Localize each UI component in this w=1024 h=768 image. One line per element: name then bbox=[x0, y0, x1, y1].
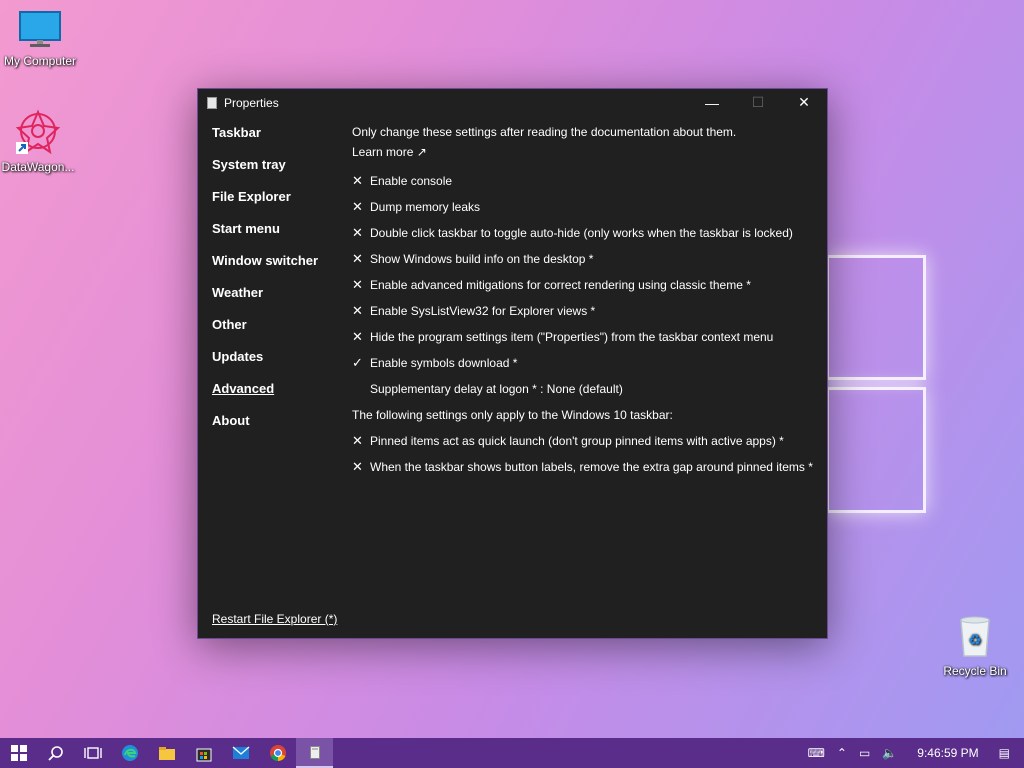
window-title: Properties bbox=[224, 95, 279, 110]
setting-hide-properties-item[interactable]: ✕ Hide the program settings item ("Prope… bbox=[352, 324, 819, 350]
sidebar-item-advanced[interactable]: Advanced bbox=[212, 379, 342, 411]
setting-logon-delay[interactable]: Supplementary delay at logon * : None (d… bbox=[352, 376, 819, 402]
sidebar-item-other[interactable]: Other bbox=[212, 315, 342, 347]
setting-label: Double click taskbar to toggle auto-hide… bbox=[370, 226, 793, 240]
sidebar-item-updates[interactable]: Updates bbox=[212, 347, 342, 379]
setting-enable-console[interactable]: ✕ Enable console bbox=[352, 168, 819, 194]
section-label: The following settings only apply to the… bbox=[352, 408, 673, 422]
settings-panel: Only change these settings after reading… bbox=[352, 122, 819, 480]
chevron-up-icon[interactable]: ⌃ bbox=[837, 746, 847, 760]
monitor-icon bbox=[19, 11, 61, 47]
desktop-icon-label: Recycle Bin bbox=[943, 664, 1007, 678]
x-icon: ✕ bbox=[352, 329, 363, 344]
x-icon: ✕ bbox=[352, 459, 363, 474]
x-icon: ✕ bbox=[352, 303, 363, 318]
setting-dump-memory-leaks[interactable]: ✕ Dump memory leaks bbox=[352, 194, 819, 220]
file-explorer-icon[interactable] bbox=[148, 738, 185, 768]
setting-label: Enable advanced mitigations for correct … bbox=[370, 278, 751, 292]
setting-label: Enable symbols download * bbox=[370, 356, 518, 370]
desktop-icon-my-computer[interactable]: My Computer bbox=[0, 10, 80, 68]
setting-double-click-auto-hide[interactable]: ✕ Double click taskbar to toggle auto-hi… bbox=[352, 220, 819, 246]
minimize-button[interactable]: — bbox=[689, 89, 735, 116]
system-tray: ⌨ ⌃ ▭ 🔈 9:46:59 PM ▤ bbox=[802, 738, 1024, 768]
sidebar-item-about[interactable]: About bbox=[212, 411, 342, 443]
x-icon: ✕ bbox=[352, 173, 363, 188]
title-bar[interactable]: Properties — ☐ ✕ bbox=[198, 89, 827, 116]
sidebar: Taskbar System tray File Explorer Start … bbox=[212, 123, 342, 443]
edge-icon[interactable] bbox=[111, 738, 148, 768]
restart-explorer-link[interactable]: Restart File Explorer (*) bbox=[212, 612, 337, 626]
setting-label: Pinned items act as quick launch (don't … bbox=[370, 434, 784, 448]
x-icon: ✕ bbox=[352, 433, 363, 448]
desktop-icon-label: DataWagon... bbox=[1, 160, 75, 174]
wallpaper-logo bbox=[826, 255, 926, 513]
x-icon: ✕ bbox=[352, 277, 363, 292]
section-heading: The following settings only apply to the… bbox=[352, 402, 819, 428]
network-icon[interactable]: ▭ bbox=[859, 746, 870, 760]
app-icon bbox=[207, 96, 217, 109]
setting-label: Enable console bbox=[370, 174, 453, 188]
x-icon: ✕ bbox=[352, 225, 363, 240]
recycle-bin-icon: ♻ bbox=[960, 616, 990, 657]
setting-label: Dump memory leaks bbox=[370, 200, 481, 214]
properties-window: Properties — ☐ ✕ Taskbar System tray Fil… bbox=[197, 88, 828, 639]
sidebar-item-start-menu[interactable]: Start menu bbox=[212, 219, 342, 251]
chrome-icon[interactable] bbox=[259, 738, 296, 768]
sidebar-item-taskbar[interactable]: Taskbar bbox=[212, 123, 342, 155]
x-icon: ✕ bbox=[352, 251, 363, 266]
setting-advanced-mitigations[interactable]: ✕ Enable advanced mitigations for correc… bbox=[352, 272, 819, 298]
checkmark-icon: ✓ bbox=[352, 355, 363, 370]
sidebar-item-file-explorer[interactable]: File Explorer bbox=[212, 187, 342, 219]
properties-app-icon[interactable] bbox=[296, 738, 333, 768]
keyboard-icon[interactable]: ⌨ bbox=[808, 746, 825, 760]
start-icon[interactable] bbox=[0, 738, 37, 768]
intro-text: Only change these settings after reading… bbox=[352, 125, 737, 139]
setting-label: Enable SysListView32 for Explorer views … bbox=[370, 304, 596, 318]
setting-label: Supplementary delay at logon * : None (d… bbox=[370, 382, 623, 396]
setting-label: When the taskbar shows button labels, re… bbox=[370, 460, 813, 474]
search-icon[interactable] bbox=[37, 738, 74, 768]
mail-icon[interactable] bbox=[222, 738, 259, 768]
volume-icon[interactable]: 🔈 bbox=[882, 746, 897, 760]
datawagon-icon bbox=[15, 109, 61, 155]
desktop-icon-recycle-bin[interactable]: ♻ Recycle Bin bbox=[935, 614, 1015, 678]
setting-label: Show Windows build info on the desktop * bbox=[370, 252, 594, 266]
desktop-icon-datawagon[interactable]: DataWagon... bbox=[0, 108, 78, 174]
svg-text:♻: ♻ bbox=[968, 631, 981, 649]
close-button[interactable]: ✕ bbox=[781, 89, 827, 116]
sidebar-item-window-switcher[interactable]: Window switcher bbox=[212, 251, 342, 283]
setting-remove-extra-gap[interactable]: ✕ When the taskbar shows button labels, … bbox=[352, 454, 819, 480]
desktop-icon-label: My Computer bbox=[3, 54, 77, 68]
setting-show-build-info[interactable]: ✕ Show Windows build info on the desktop… bbox=[352, 246, 819, 272]
store-icon[interactable] bbox=[185, 738, 222, 768]
task-view-icon[interactable] bbox=[74, 738, 111, 768]
x-icon: ✕ bbox=[352, 199, 363, 214]
learn-more-link[interactable]: Learn more ↗ bbox=[352, 142, 819, 162]
sidebar-item-weather[interactable]: Weather bbox=[212, 283, 342, 315]
sidebar-item-system-tray[interactable]: System tray bbox=[212, 155, 342, 187]
taskbar: ⌨ ⌃ ▭ 🔈 9:46:59 PM ▤ bbox=[0, 738, 1024, 768]
setting-symbols-download[interactable]: ✓ Enable symbols download * bbox=[352, 350, 819, 376]
notification-icon[interactable]: ▤ bbox=[999, 746, 1010, 760]
setting-pinned-quick-launch[interactable]: ✕ Pinned items act as quick launch (don'… bbox=[352, 428, 819, 454]
setting-syslistview32[interactable]: ✕ Enable SysListView32 for Explorer view… bbox=[352, 298, 819, 324]
setting-label: Hide the program settings item ("Propert… bbox=[370, 330, 774, 344]
clock[interactable]: 9:46:59 PM bbox=[917, 746, 978, 760]
maximize-button[interactable]: ☐ bbox=[735, 89, 781, 116]
